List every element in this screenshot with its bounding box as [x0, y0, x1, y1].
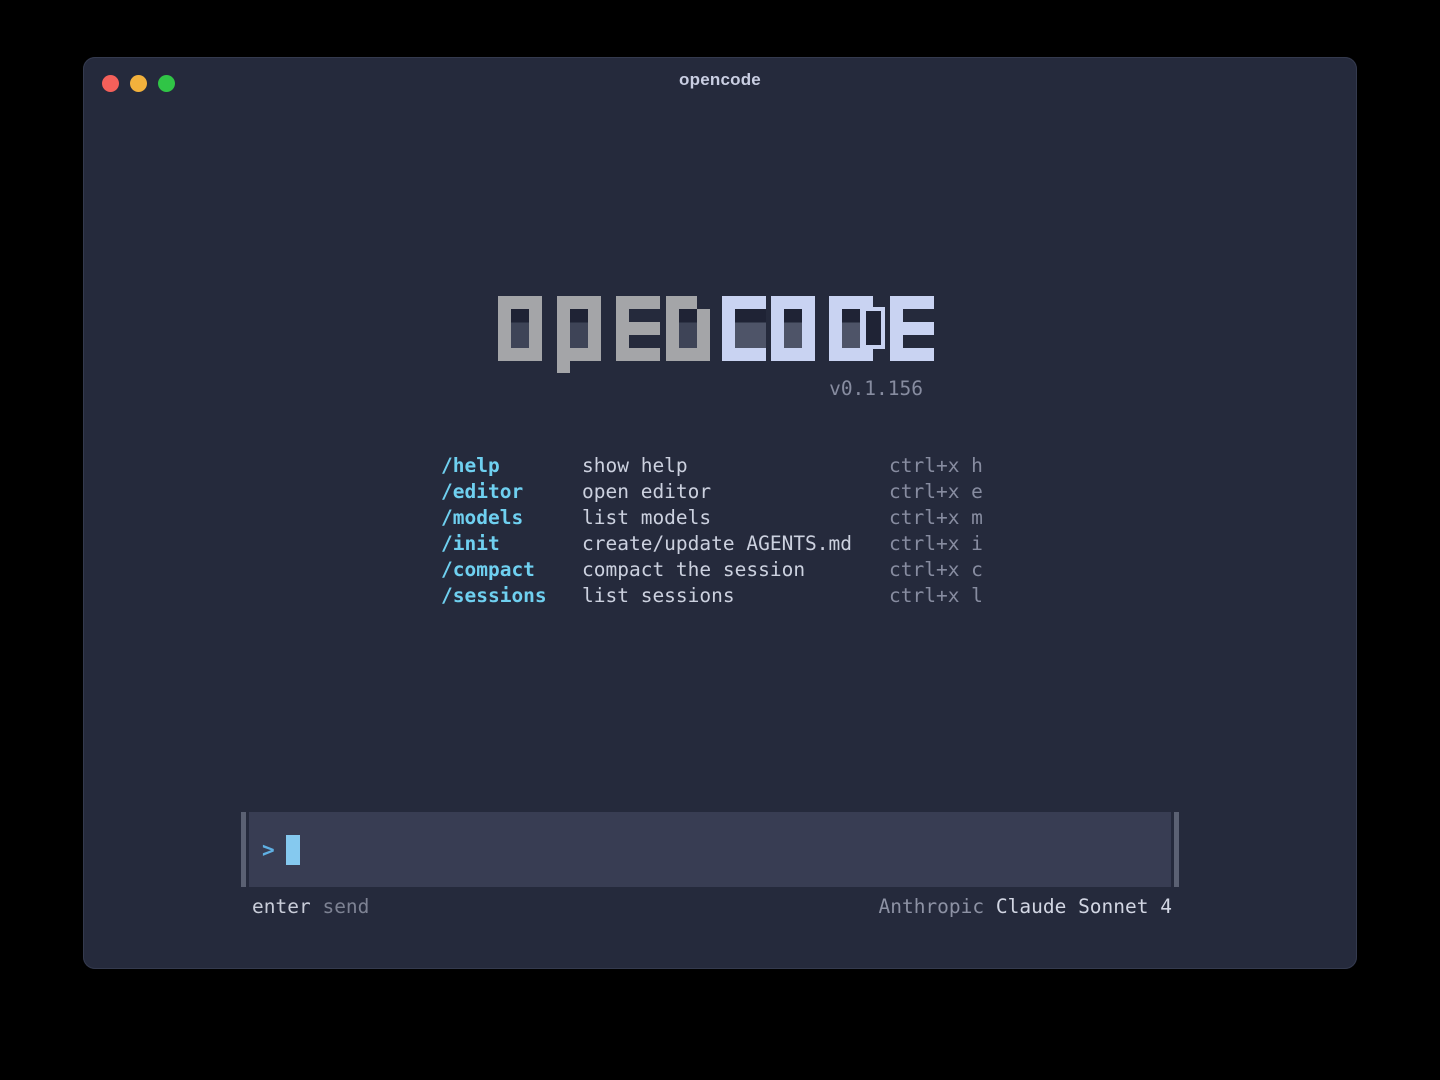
command-name: /editor	[441, 479, 582, 505]
logo-letter-e	[616, 296, 660, 361]
logo-letter-o	[498, 296, 542, 361]
command-description: list models	[582, 505, 889, 531]
command-description: show help	[582, 453, 889, 479]
command-description: open editor	[582, 479, 889, 505]
logo-block: v0.1.156	[498, 296, 935, 400]
opencode-terminal-window: opencode v0.1.156 /helpshow helpctrl+x h…	[83, 57, 1357, 969]
keybind-key: enter	[252, 895, 311, 918]
command-row: /sessionslist sessionsctrl+x l	[441, 583, 983, 609]
logo-letter-c	[722, 296, 766, 361]
version-label: v0.1.156	[498, 377, 935, 400]
prompt-input[interactable]: >	[249, 812, 1171, 887]
logo-letter-d	[829, 296, 873, 361]
command-shortcut: ctrl+x m	[889, 505, 983, 531]
window-title: opencode	[83, 70, 1357, 90]
command-description: list sessions	[582, 583, 889, 609]
text-cursor	[286, 835, 300, 865]
keybind-action: send	[322, 895, 369, 918]
command-name: /init	[441, 531, 582, 557]
logo-letter-e2	[890, 296, 934, 361]
logo-letter-n	[666, 296, 710, 361]
command-description: create/update AGENTS.md	[582, 531, 889, 557]
command-shortcut: ctrl+x i	[889, 531, 983, 557]
status-bar: enter send Anthropic Claude Sonnet 4	[241, 895, 1179, 919]
logo-letter-o2	[771, 296, 815, 361]
command-row: /modelslist modelsctrl+x m	[441, 505, 983, 531]
prompt-input-area[interactable]: >	[241, 812, 1179, 887]
command-row: /helpshow helpctrl+x h	[441, 453, 983, 479]
command-shortcut: ctrl+x h	[889, 453, 983, 479]
input-right-border	[1174, 812, 1179, 887]
model-name: Claude Sonnet 4	[996, 895, 1172, 918]
opencode-logo	[498, 296, 935, 361]
command-row: /editoropen editorctrl+x e	[441, 479, 983, 505]
command-name: /compact	[441, 557, 582, 583]
command-shortcut: ctrl+x c	[889, 557, 983, 583]
prompt-chevron-icon: >	[262, 838, 275, 862]
provider-name: Anthropic	[878, 895, 984, 918]
command-description: compact the session	[582, 557, 889, 583]
command-shortcut: ctrl+x e	[889, 479, 983, 505]
model-indicator: Anthropic Claude Sonnet 4	[878, 895, 1179, 919]
command-name: /help	[441, 453, 582, 479]
command-help-list: /helpshow helpctrl+x h /editoropen edito…	[441, 453, 983, 609]
command-row: /compactcompact the sessionctrl+x c	[441, 557, 983, 583]
command-name: /sessions	[441, 583, 582, 609]
keybind-hint: enter send	[241, 895, 369, 919]
command-row: /initcreate/update AGENTS.mdctrl+x i	[441, 531, 983, 557]
command-name: /models	[441, 505, 582, 531]
logo-letter-p	[557, 296, 601, 361]
titlebar[interactable]: opencode	[83, 57, 1357, 107]
command-shortcut: ctrl+x l	[889, 583, 983, 609]
